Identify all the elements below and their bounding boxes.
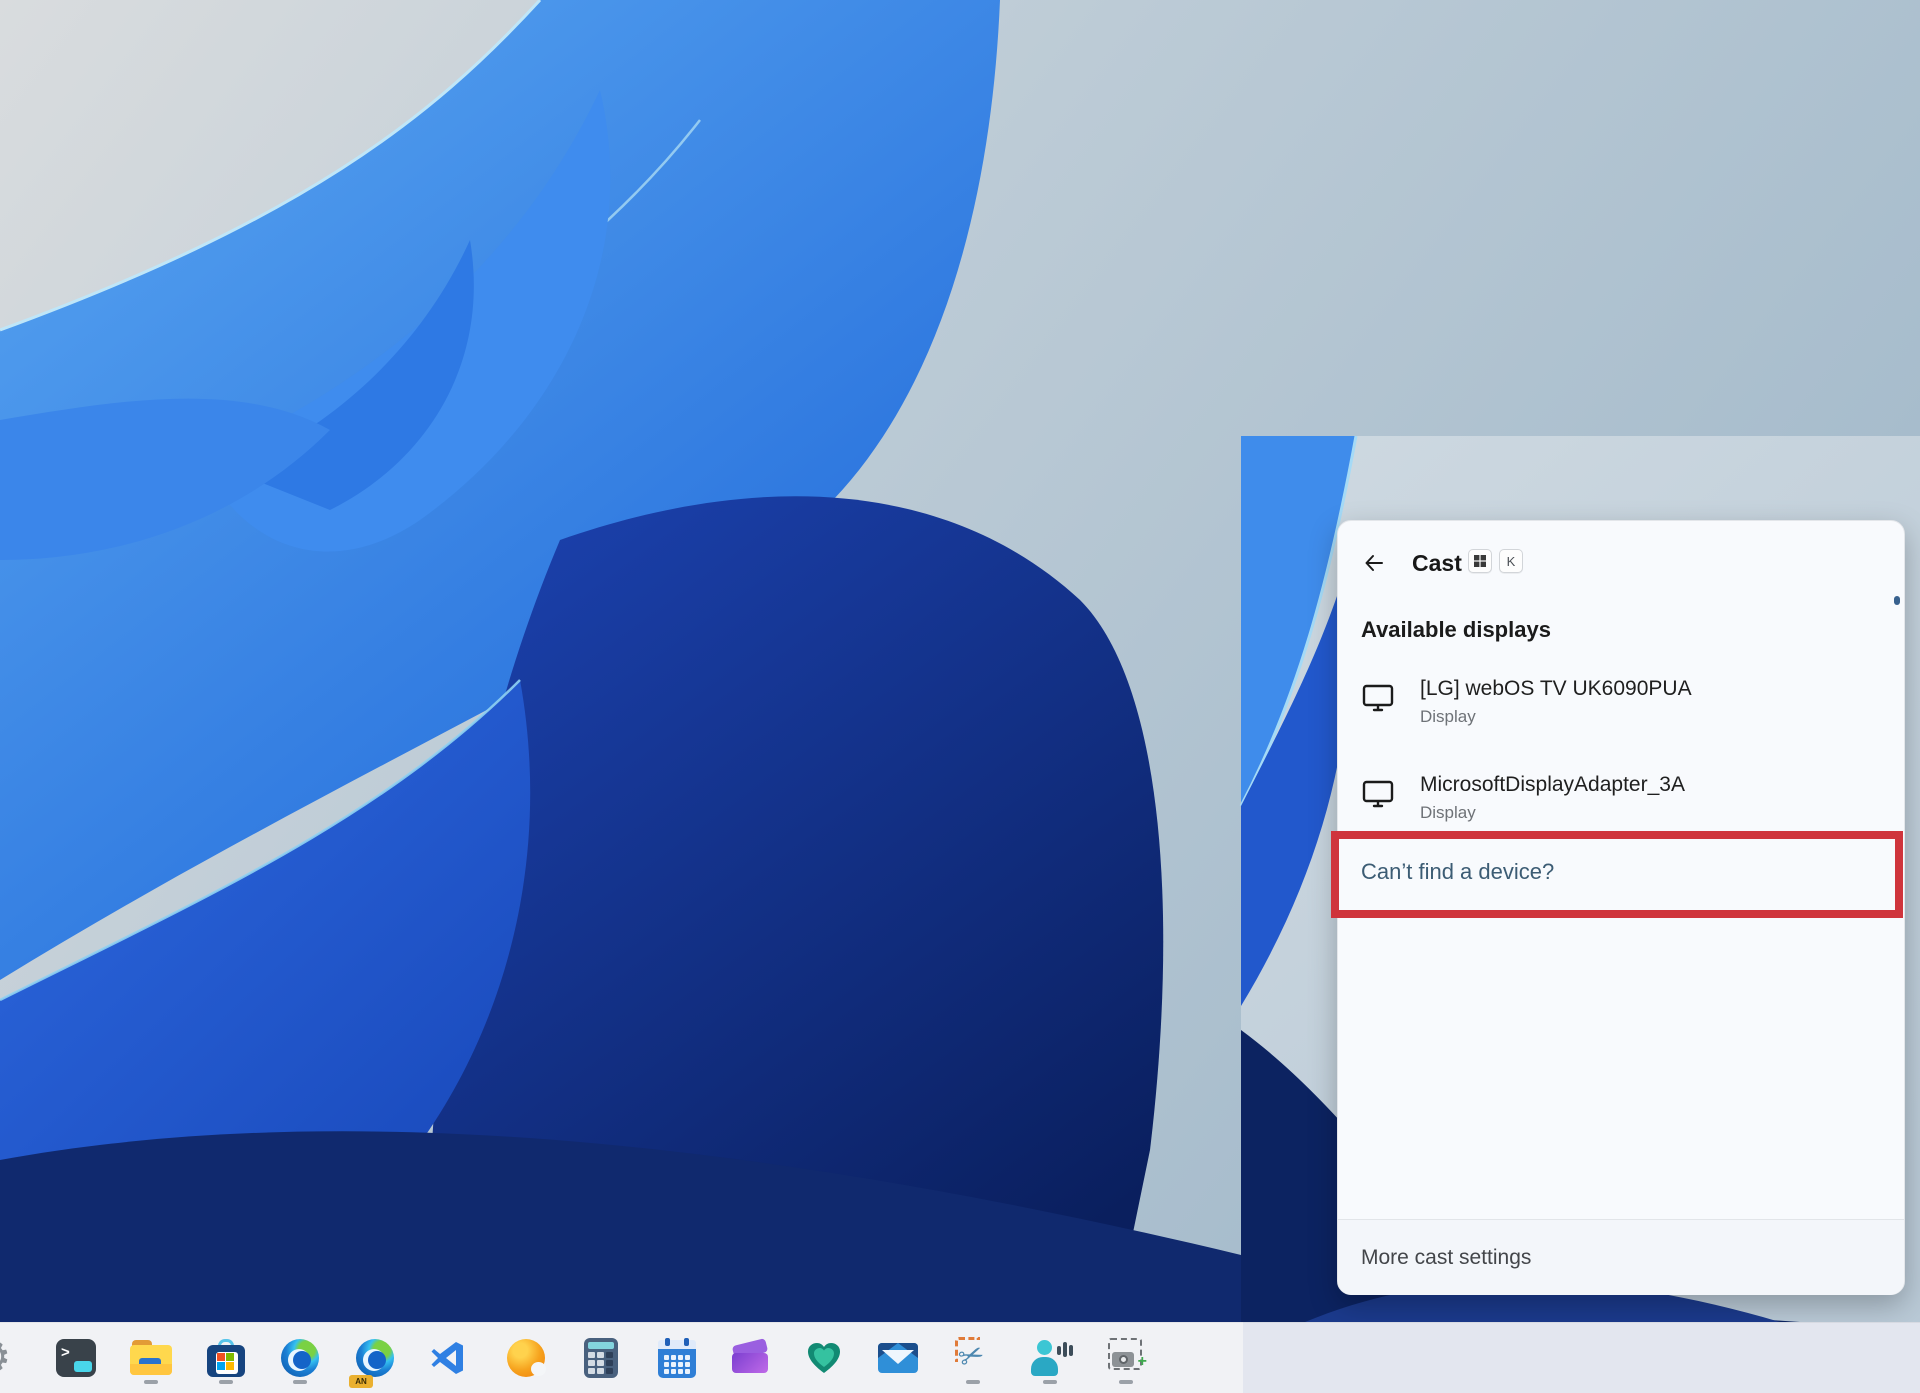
device-type: Display — [1420, 707, 1476, 727]
more-cast-settings-label: More cast settings — [1361, 1246, 1531, 1270]
lock-badge: AN — [349, 1375, 373, 1388]
running-indicator — [293, 1380, 307, 1384]
monitor-icon — [1361, 777, 1395, 811]
screen-snip-icon[interactable]: + — [1104, 1330, 1148, 1386]
device-row-lg-tv[interactable]: [LG] webOS TV UK6090PUA Display — [1348, 669, 1896, 741]
taskbar: ⚙ > — [0, 1322, 1920, 1393]
desktop: Cast K Available displays [LG] webOS TV … — [0, 0, 1920, 1393]
back-button[interactable] — [1358, 547, 1390, 579]
mail-icon[interactable] — [876, 1330, 920, 1386]
available-displays-heading: Available displays — [1361, 617, 1551, 643]
cast-header: Cast K — [1338, 545, 1904, 581]
file-explorer-icon[interactable] — [129, 1330, 173, 1386]
device-name: MicrosoftDisplayAdapter_3A — [1420, 773, 1685, 797]
voice-access-icon[interactable] — [1028, 1330, 1072, 1386]
edge-canary-icon[interactable] — [504, 1330, 548, 1386]
device-type: Display — [1420, 803, 1476, 823]
running-indicator — [144, 1380, 158, 1384]
windows-logo-glyph — [1474, 555, 1486, 567]
k-key-badge: K — [1499, 549, 1523, 573]
running-indicator — [219, 1380, 233, 1384]
taskbar-right-background — [1243, 1322, 1920, 1393]
edge-lock-badge-icon[interactable]: AN — [353, 1330, 397, 1386]
monitor-icon — [1361, 681, 1395, 715]
clipchamp-icon[interactable] — [728, 1330, 772, 1386]
calendar-icon[interactable] — [655, 1330, 699, 1386]
more-cast-settings-button[interactable]: More cast settings — [1338, 1220, 1904, 1295]
scrollbar-thumb[interactable] — [1894, 596, 1900, 605]
device-name: [LG] webOS TV UK6090PUA — [1420, 677, 1692, 701]
windows-key-icon — [1468, 549, 1492, 573]
running-indicator — [1043, 1380, 1057, 1384]
family-heart-icon[interactable] — [802, 1330, 846, 1386]
back-arrow-icon — [1362, 551, 1386, 575]
settings-icon[interactable]: ⚙ — [0, 1330, 16, 1386]
running-indicator — [966, 1380, 980, 1384]
vscode-icon[interactable] — [425, 1330, 469, 1386]
running-indicator — [1119, 1380, 1133, 1384]
microsoft-store-icon[interactable] — [204, 1330, 248, 1386]
snipping-tool-icon[interactable]: ✂ — [951, 1330, 995, 1386]
highlight-rectangle — [1331, 831, 1903, 918]
cast-title: Cast — [1412, 547, 1462, 579]
device-row-display-adapter[interactable]: MicrosoftDisplayAdapter_3A Display — [1348, 765, 1896, 837]
calculator-icon[interactable] — [579, 1330, 623, 1386]
terminal-icon[interactable]: > — [54, 1330, 98, 1386]
edge-icon[interactable] — [278, 1330, 322, 1386]
